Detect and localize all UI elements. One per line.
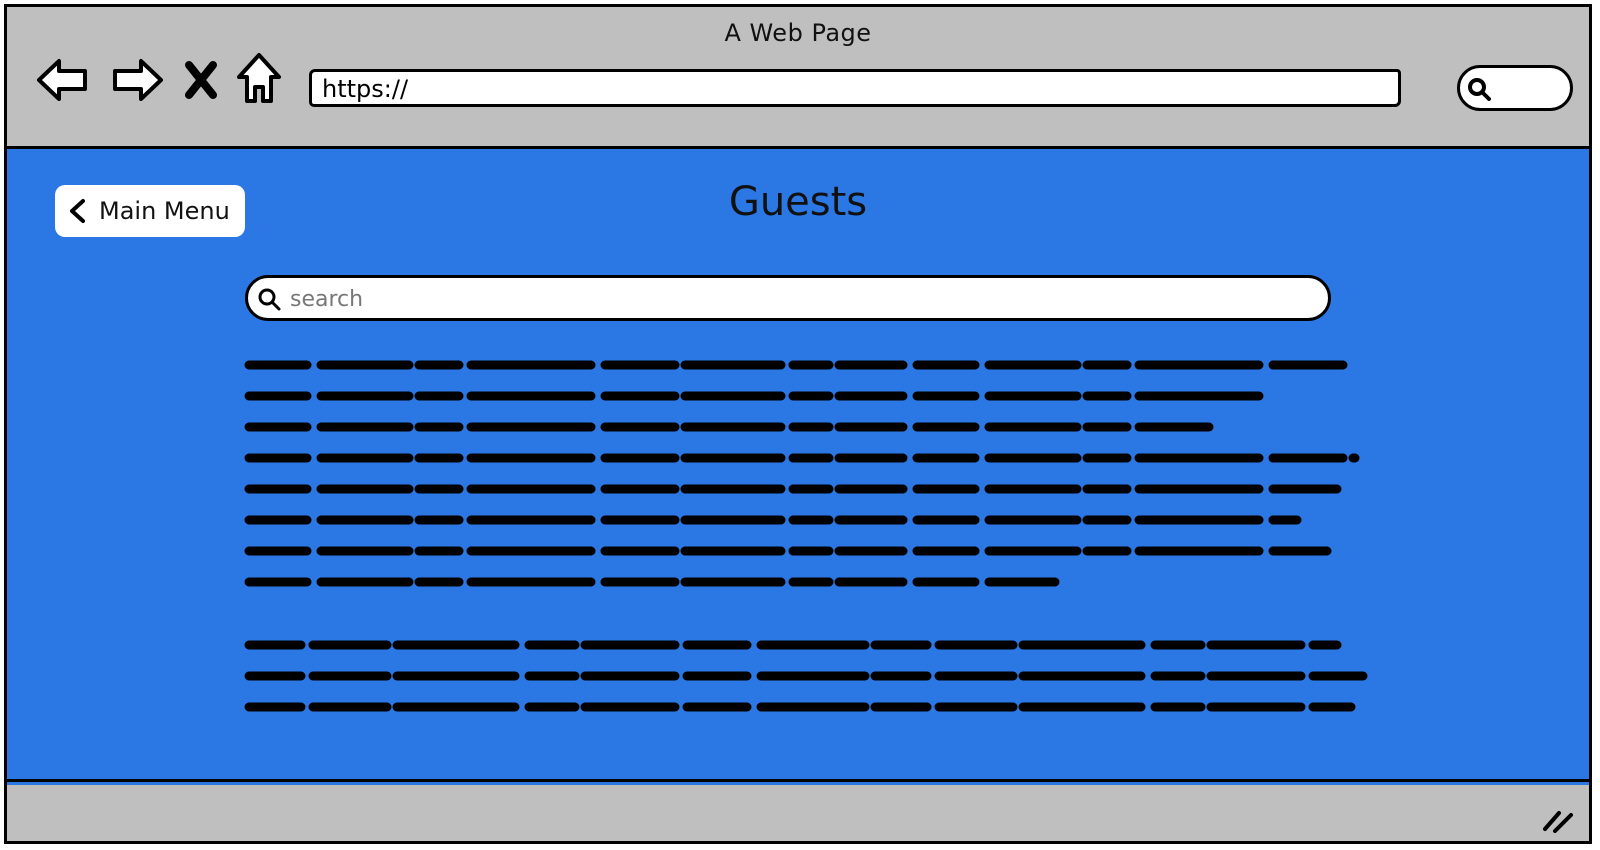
arrow-right-icon[interactable] bbox=[107, 51, 167, 109]
guest-search[interactable] bbox=[245, 275, 1331, 321]
close-icon[interactable] bbox=[179, 51, 223, 109]
window-title: A Web Page bbox=[724, 19, 872, 47]
home-icon[interactable] bbox=[233, 51, 285, 109]
placeholder-paragraph bbox=[243, 633, 1373, 723]
placeholder-paragraph bbox=[243, 353, 1373, 593]
page-title: Guests bbox=[728, 179, 868, 225]
search-icon bbox=[258, 288, 281, 311]
status-bar bbox=[7, 779, 1589, 841]
browser-search-field[interactable] bbox=[1457, 65, 1573, 111]
page-content: Main Menu Guests bbox=[7, 149, 1589, 785]
browser-toolbar: A Web Page https:// bbox=[7, 7, 1589, 149]
url-field[interactable]: https:// bbox=[309, 69, 1401, 107]
arrow-left-icon[interactable] bbox=[33, 51, 93, 109]
search-icon bbox=[1468, 78, 1491, 101]
resize-grip-icon[interactable] bbox=[1541, 805, 1575, 833]
search-input[interactable] bbox=[288, 282, 1292, 316]
browser-window: A Web Page https:// Main Menu Guests bbox=[4, 4, 1592, 844]
